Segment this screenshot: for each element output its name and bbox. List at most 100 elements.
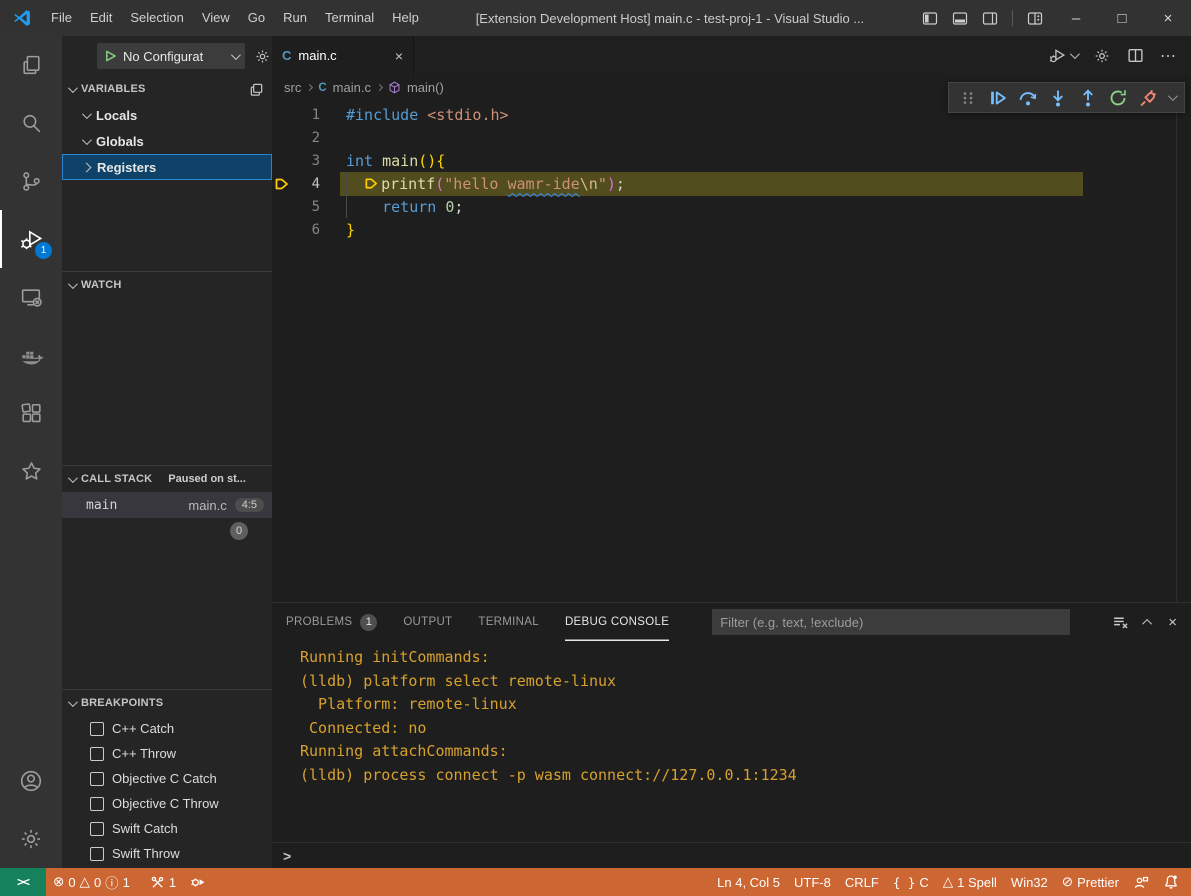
activity-docker[interactable] — [0, 326, 62, 384]
step-out-icon[interactable] — [1075, 85, 1101, 111]
chevron-down-icon[interactable] — [1168, 91, 1178, 101]
tools-status[interactable]: 1 — [143, 868, 183, 896]
breakpoint-row[interactable]: Swift Throw — [62, 841, 272, 866]
launch-settings-gear-icon[interactable] — [254, 48, 271, 65]
menu-help[interactable]: Help — [383, 0, 428, 36]
activity-explorer[interactable] — [0, 36, 62, 94]
platform-indicator[interactable]: Win32 — [1004, 868, 1055, 896]
breakpoint-row[interactable]: Objective C Catch — [62, 766, 272, 791]
formatter-indicator[interactable]: ⊘ Prettier — [1055, 868, 1126, 896]
toggle-sidebar-icon[interactable] — [922, 11, 938, 26]
menu-terminal[interactable]: Terminal — [316, 0, 383, 36]
breakpoint-row[interactable]: Objective C Throw — [62, 791, 272, 816]
feedback-person-icon[interactable] — [1126, 868, 1156, 896]
debug-config-dropdown[interactable]: No Configurat — [97, 43, 245, 69]
step-into-icon[interactable] — [1045, 85, 1071, 111]
tab-problems[interactable]: PROBLEMS 1 — [286, 603, 377, 641]
breakpoint-row[interactable]: C++ Catch — [62, 716, 272, 741]
close-panel-icon[interactable]: × — [1168, 614, 1177, 631]
code-line[interactable]: 3int main(){ — [272, 149, 1191, 172]
code-line[interactable]: 6} — [272, 218, 1191, 241]
settings-gear-icon[interactable] — [1093, 47, 1111, 65]
code-editor[interactable]: 1#include <stdio.h>23int main(){4 printf… — [272, 100, 1191, 602]
language-indicator[interactable]: { } C — [886, 868, 936, 896]
breakpoint-row[interactable]: Swift Catch — [62, 816, 272, 841]
activity-star[interactable] — [0, 442, 62, 500]
toggle-secondary-sidebar-icon[interactable] — [982, 11, 998, 26]
code-line[interactable]: 2 — [272, 126, 1191, 149]
run-or-debug-button[interactable] — [1048, 46, 1077, 65]
split-editor-icon[interactable] — [1127, 47, 1144, 64]
watch-header[interactable]: WATCH — [62, 272, 272, 298]
debug-current-line-arrow-icon[interactable] — [272, 176, 294, 192]
breakpoints-header[interactable]: BREAKPOINTS — [62, 690, 272, 716]
stack-frame-row[interactable]: main main.c 4:5 — [62, 492, 272, 518]
continue-icon[interactable] — [985, 85, 1011, 111]
checkbox[interactable] — [90, 822, 104, 836]
checkbox[interactable] — [90, 747, 104, 761]
tab-main-c[interactable]: C main.c × — [272, 36, 414, 75]
minimize-button[interactable]: – — [1053, 0, 1099, 36]
activity-extensions[interactable] — [0, 384, 62, 442]
code-line-current[interactable]: 4 printf("hello wamr-ide\n"); — [272, 172, 1191, 195]
encoding-indicator[interactable]: UTF-8 — [787, 868, 838, 896]
variables-item-globals[interactable]: Globals — [62, 128, 272, 154]
breadcrumb-src[interactable]: src — [284, 80, 301, 95]
problems-badge: 1 — [360, 614, 377, 631]
menu-selection[interactable]: Selection — [121, 0, 192, 36]
activity-run-debug[interactable]: 1 — [0, 210, 62, 268]
console-line: Platform: remote-linux — [300, 693, 1191, 717]
collapse-all-icon[interactable] — [249, 82, 264, 97]
step-over-icon[interactable] — [1015, 85, 1041, 111]
clear-console-icon[interactable] — [1112, 614, 1129, 631]
menu-edit[interactable]: Edit — [81, 0, 121, 36]
problems-status[interactable]: ⊗ 0 △ 0 ⓘ 1 — [46, 868, 137, 896]
disconnect-icon[interactable] — [1135, 85, 1161, 111]
breadcrumb-file[interactable]: main.c — [333, 80, 371, 95]
activity-remote-explorer[interactable] — [0, 268, 62, 326]
close-button[interactable]: × — [1145, 0, 1191, 36]
maximize-panel-icon[interactable] — [1142, 618, 1152, 628]
tab-debug-console[interactable]: DEBUG CONSOLE — [565, 603, 669, 641]
restart-icon[interactable] — [1105, 85, 1131, 111]
console-filter-input[interactable] — [712, 609, 1070, 635]
cursor-position[interactable]: Ln 4, Col 5 — [710, 868, 787, 896]
checkbox[interactable] — [90, 797, 104, 811]
debug-console-output[interactable]: Running initCommands:(lldb) platform sel… — [272, 641, 1191, 842]
debug-repl-row[interactable]: > — [272, 842, 1191, 868]
menu-go[interactable]: Go — [239, 0, 274, 36]
breakpoint-row[interactable]: C++ Throw — [62, 741, 272, 766]
editor-scrollbar[interactable] — [1176, 100, 1191, 602]
tab-output[interactable]: OUTPUT — [403, 603, 452, 641]
menu-view[interactable]: View — [193, 0, 239, 36]
checkbox[interactable] — [90, 847, 104, 861]
code-line[interactable]: 5 return 0; — [272, 195, 1191, 218]
error-icon: ⊗ — [53, 874, 64, 890]
notifications-bell-icon[interactable] — [1156, 868, 1191, 896]
call-stack-header[interactable]: CALL STACK Paused on st... — [62, 466, 272, 492]
remote-indicator[interactable]: >< — [0, 868, 46, 896]
checkbox[interactable] — [90, 722, 104, 736]
checkbox[interactable] — [90, 772, 104, 786]
activity-settings[interactable] — [0, 810, 62, 868]
close-tab-icon[interactable]: × — [395, 48, 403, 64]
toolbar-drag-handle[interactable] — [955, 85, 981, 111]
activity-source-control[interactable] — [0, 152, 62, 210]
start-debug-icon[interactable] — [104, 49, 117, 63]
activity-account[interactable] — [0, 752, 62, 810]
menu-file[interactable]: File — [42, 0, 81, 36]
eol-indicator[interactable]: CRLF — [838, 868, 886, 896]
menu-run[interactable]: Run — [274, 0, 316, 36]
toggle-panel-icon[interactable] — [952, 11, 968, 26]
maximize-button[interactable]: □ — [1099, 0, 1145, 36]
activity-search[interactable] — [0, 94, 62, 152]
more-actions-icon[interactable]: ⋯ — [1160, 46, 1177, 66]
debug-status[interactable] — [183, 868, 213, 896]
tab-terminal[interactable]: TERMINAL — [478, 603, 539, 641]
spell-indicator[interactable]: △ 1 Spell — [936, 868, 1004, 896]
variables-item-registers[interactable]: Registers — [62, 154, 272, 180]
breadcrumb-symbol[interactable]: main() — [407, 80, 444, 95]
variables-item-locals[interactable]: Locals — [62, 102, 272, 128]
variables-header[interactable]: VARIABLES — [62, 76, 272, 102]
customize-layout-icon[interactable] — [1027, 11, 1043, 26]
